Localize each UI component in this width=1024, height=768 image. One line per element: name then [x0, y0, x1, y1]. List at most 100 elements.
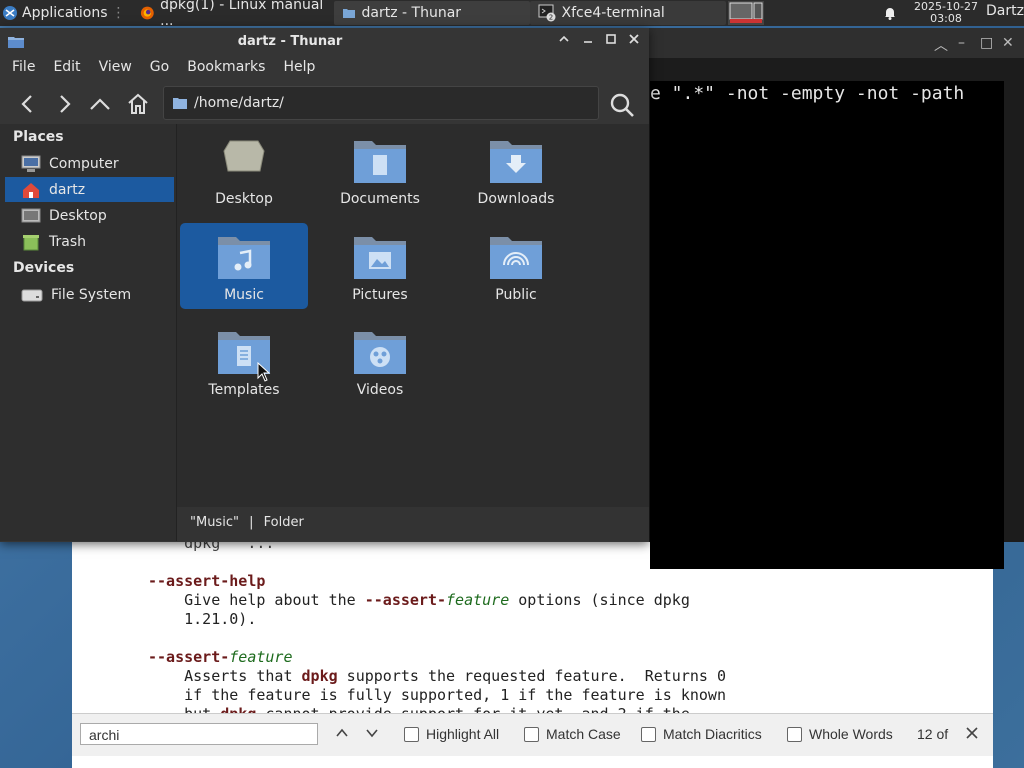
home-button[interactable]	[126, 92, 150, 116]
sidebar-item-file-system[interactable]: File System	[5, 282, 174, 307]
checkbox-box	[787, 726, 802, 742]
match-diacritics-checkbox[interactable]: Match Diacritics	[641, 726, 762, 742]
parent-folder-button[interactable]	[88, 92, 112, 116]
checkbox-label: Match Case	[546, 726, 621, 742]
file-item-documents[interactable]: Documents	[316, 127, 444, 213]
checkbox-box	[404, 726, 419, 742]
chevron-up-icon[interactable]: ︿	[934, 35, 948, 55]
status-selected-name: "Music"	[190, 515, 239, 530]
maximize-icon	[606, 34, 616, 44]
shade-button[interactable]	[558, 33, 570, 49]
applications-label: Applications	[22, 5, 108, 21]
thunar-titlebar[interactable]: dartz - Thunar	[0, 28, 649, 56]
sidebar-item-dartz[interactable]: dartz	[5, 177, 174, 202]
text-span: feature	[229, 648, 293, 666]
chevron-down-icon	[366, 729, 378, 738]
taskbar-terminal[interactable]: 2 Xfce4-terminal	[529, 1, 726, 25]
file-item-public[interactable]: Public	[452, 223, 580, 309]
forward-button[interactable]	[52, 92, 76, 116]
menu-edit[interactable]: Edit	[41, 56, 86, 80]
text-span: Give help about the	[184, 591, 365, 609]
sidebar-item-label: Computer	[49, 155, 119, 172]
computer-icon	[21, 155, 41, 172]
sidebar-item-trash[interactable]: Trash	[5, 229, 174, 254]
terminal-screen[interactable]: e ".*" -not -empty -not -path	[650, 81, 1004, 569]
desktop-folder-icon	[223, 140, 265, 172]
user-menu[interactable]: Dartz	[986, 3, 1024, 19]
desktop-icon	[21, 208, 41, 222]
close-button[interactable]	[628, 33, 640, 49]
terminal-window: ︿ – □ ✕ e ".*" -not -empty -not -path	[648, 28, 1024, 569]
arrow-up-icon	[90, 98, 110, 110]
workspace-preview-icon	[729, 2, 763, 23]
find-previous-button[interactable]	[334, 725, 350, 744]
close-icon[interactable]: ✕	[1002, 35, 1014, 51]
menu-view[interactable]: View	[87, 56, 138, 80]
minimize-icon	[584, 41, 592, 43]
task-label: Xfce4-terminal	[561, 5, 665, 21]
man-page-text: dpkg ... --assert-help Give help about t…	[148, 534, 726, 724]
match-case-checkbox[interactable]: Match Case	[524, 726, 621, 742]
file-label: Music	[224, 287, 264, 303]
maximize-button[interactable]	[605, 33, 617, 49]
taskbar-firefox[interactable]: dpkg(1) - Linux manual ...	[132, 0, 334, 29]
devices-header: Devices	[13, 260, 75, 276]
checkbox-label: Whole Words	[809, 726, 893, 742]
file-item-desktop[interactable]: Desktop	[180, 127, 308, 213]
menu-go[interactable]: Go	[138, 56, 175, 80]
status-type: Folder	[263, 515, 304, 530]
find-result-count: 12 of	[917, 726, 949, 742]
whole-words-checkbox[interactable]: Whole Words	[787, 726, 893, 742]
window-title: dartz - Thunar	[237, 34, 343, 49]
bell-icon	[885, 8, 895, 20]
search-button[interactable]	[609, 92, 634, 117]
maximize-icon[interactable]: □	[980, 35, 993, 51]
clock-time: 03:08	[930, 12, 962, 25]
find-input[interactable]: archi	[80, 723, 318, 745]
applications-menu-button[interactable]: Applications ⋮	[0, 0, 132, 26]
file-item-videos[interactable]: Videos	[316, 318, 444, 404]
status-separator: |	[249, 515, 254, 530]
minimize-icon[interactable]: –	[958, 35, 965, 51]
close-icon	[966, 727, 978, 739]
drive-icon	[21, 289, 43, 301]
file-label: Templates	[208, 382, 280, 398]
text-span: supports the requested feature. Returns …	[337, 667, 726, 685]
sidebar-item-label: dartz	[49, 181, 86, 198]
menu-bar: File Edit View Go Bookmarks Help	[0, 56, 321, 80]
workspace-switcher[interactable]	[728, 1, 764, 25]
menu-file[interactable]: File	[0, 56, 41, 80]
checkbox-box	[524, 726, 539, 742]
menu-bookmarks[interactable]: Bookmarks	[175, 56, 271, 80]
find-next-button[interactable]	[364, 725, 380, 744]
file-item-pictures[interactable]: Pictures	[316, 223, 444, 309]
terminal-icon: 2	[538, 4, 556, 22]
thunar-window: dartz - Thunar File Edit View Go Bookmar…	[0, 28, 649, 542]
highlight-all-checkbox[interactable]: Highlight All	[404, 726, 499, 742]
arrow-right-icon	[60, 95, 71, 113]
file-item-downloads[interactable]: Downloads	[452, 127, 580, 213]
file-label: Videos	[356, 382, 404, 398]
taskbar-thunar[interactable]: dartz - Thunar	[333, 1, 530, 25]
clock[interactable]: 2025-10-27 03:08	[906, 0, 986, 25]
file-item-templates[interactable]: Templates	[180, 318, 308, 404]
terminal-titlebar	[648, 28, 1024, 58]
notification-button[interactable]	[882, 5, 898, 25]
file-item-music[interactable]: Music	[180, 223, 308, 309]
find-close-button[interactable]	[964, 725, 980, 744]
menu-help[interactable]: Help	[271, 56, 321, 80]
sidebar-item-computer[interactable]: Computer	[5, 151, 174, 176]
downloads-folder-icon	[490, 141, 542, 183]
trash-icon	[23, 234, 39, 250]
text-span: --assert-	[364, 591, 447, 609]
text-span: options (since dpkg	[509, 591, 690, 609]
text-span: feature	[446, 591, 510, 609]
sidebar-item-desktop[interactable]: Desktop	[5, 203, 174, 228]
mouse-pointer-icon	[257, 362, 271, 382]
location-bar[interactable]: /home/dartz/	[163, 86, 599, 120]
minimize-button[interactable]	[582, 33, 594, 49]
menu-separator-icon: ⋮	[111, 5, 126, 21]
location-path: /home/dartz/	[194, 95, 284, 111]
back-button[interactable]	[16, 92, 40, 116]
task-label: dpkg(1) - Linux manual ...	[160, 0, 324, 29]
